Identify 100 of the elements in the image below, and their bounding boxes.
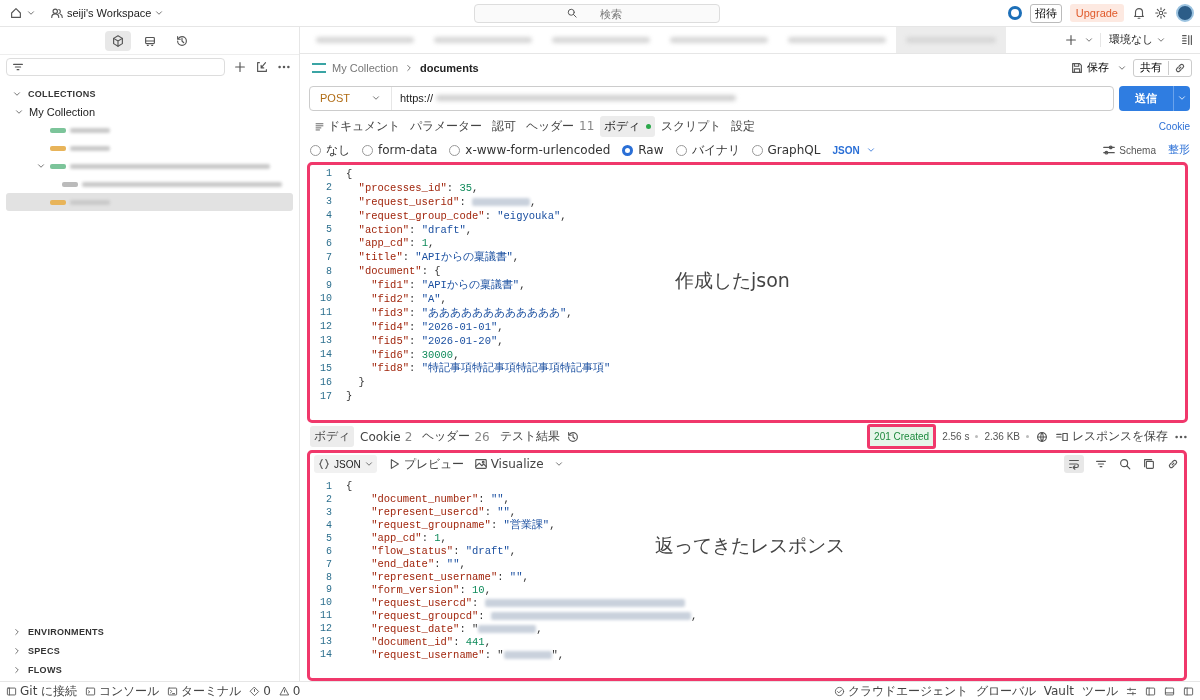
link-icon[interactable] — [1173, 61, 1187, 75]
line-number: 5 — [325, 224, 333, 235]
schema-button[interactable]: Schema — [1102, 143, 1156, 157]
workspace-button[interactable]: seiji's Workspace — [47, 4, 168, 22]
status-item[interactable]: 0 — [278, 684, 301, 698]
radio-option[interactable]: GraphQL — [751, 143, 821, 157]
caret-icon[interactable] — [553, 459, 564, 469]
sliders-icon[interactable] — [1126, 685, 1137, 697]
panel-icon[interactable] — [1164, 685, 1175, 697]
radio-option[interactable]: なし — [310, 141, 350, 159]
radio-option[interactable]: x-www-form-urlencoded — [449, 143, 611, 157]
breadcrumb-item[interactable]: My Collection — [332, 62, 399, 74]
environment-icon[interactable] — [1180, 33, 1194, 47]
code-line: "fid2": "A", — [370, 292, 447, 305]
caret-icon[interactable] — [1117, 63, 1127, 73]
line-number: 14 — [319, 349, 333, 360]
line-number: 6 — [325, 545, 333, 557]
save-button[interactable]: 保存 — [1068, 61, 1111, 75]
caret-icon — [36, 161, 46, 171]
tab[interactable]: ヘッダー 11 — [522, 115, 599, 137]
status-item[interactable]: ツール — [1082, 682, 1118, 700]
chevron-icon — [12, 626, 22, 637]
visualize-button[interactable]: Visualize — [473, 457, 544, 471]
radio-option[interactable]: バイナリ — [675, 141, 740, 159]
layout-icon[interactable] — [1145, 685, 1156, 697]
tab[interactable]: テスト結果 — [495, 426, 564, 447]
caret-icon — [1177, 93, 1187, 103]
caret-icon — [865, 145, 876, 155]
tab[interactable]: ヘッダー 26 — [418, 426, 494, 447]
status-item[interactable]: ターミナル — [167, 682, 242, 700]
code-line: "form_version": 10, — [370, 583, 491, 596]
send-options-button[interactable] — [1173, 85, 1190, 111]
avatar[interactable] — [1176, 4, 1194, 22]
tab[interactable]: スクリプト — [657, 115, 726, 137]
status-item[interactable]: グローバル — [975, 682, 1036, 700]
tab[interactable]: ボディ — [600, 115, 656, 137]
notification-icon[interactable] — [1132, 6, 1146, 20]
environment-dropdown[interactable]: 環境なし — [1100, 33, 1174, 47]
status-item[interactable]: Git に接続 — [6, 682, 78, 700]
braces-icon — [317, 457, 331, 471]
copy-icon[interactable] — [1142, 457, 1156, 471]
save-response-button[interactable]: レスポンスを保存 — [1055, 428, 1168, 445]
document-icon — [314, 120, 325, 132]
code-editor[interactable] — [307, 162, 1188, 423]
code-line: "flow_status": "draft", — [370, 545, 517, 558]
preview-button[interactable]: プレビュー — [386, 455, 464, 473]
console-icon — [85, 685, 97, 697]
home-icon — [9, 6, 23, 20]
section-header[interactable]: ENVIRONMENTS — [0, 622, 299, 641]
radio-option[interactable]: form-data — [362, 143, 438, 157]
tab[interactable]: ボディ — [310, 426, 354, 447]
tab[interactable]: パラメーター — [406, 115, 486, 137]
status-item[interactable]: 0 — [249, 684, 271, 698]
add-icon[interactable] — [233, 60, 247, 74]
line-number: 3 — [325, 506, 333, 518]
globe-icon[interactable] — [1035, 429, 1049, 444]
annotation-text: 返ってきたレスポンス — [655, 533, 845, 558]
line-number: 11 — [319, 307, 333, 319]
code-line: "represent_username": "", — [370, 571, 529, 584]
section-header[interactable]: SPECS — [0, 641, 299, 660]
import-icon[interactable] — [255, 60, 269, 74]
status-item[interactable]: クラウドエージェント — [833, 682, 968, 700]
caret-icon — [363, 459, 374, 469]
radio-option[interactable]: Raw — [622, 143, 664, 157]
tab[interactable]: Cookie 2 — [356, 427, 417, 446]
history-icon[interactable] — [565, 429, 580, 444]
search-field[interactable]: 検索 — [474, 4, 720, 23]
code-line: } — [346, 390, 353, 403]
format-dropdown[interactable]: JSON — [832, 144, 876, 156]
code-line: } — [357, 376, 365, 389]
code-line: "request_date": " , — [370, 622, 543, 635]
settings-icon[interactable] — [1154, 6, 1168, 20]
people-icon — [50, 6, 64, 20]
status-item[interactable]: コンソール — [85, 682, 160, 700]
line-number: 7 — [325, 558, 333, 570]
search-icon[interactable] — [1118, 457, 1132, 471]
section-header[interactable]: FLOWS — [0, 660, 299, 679]
collection-item[interactable]: My Collection — [0, 103, 293, 121]
layout-icon[interactable] — [1183, 685, 1194, 697]
cookie-link[interactable]: Cookie — [1158, 120, 1190, 132]
agent-icon[interactable] — [1007, 6, 1022, 20]
line-number: 13 — [319, 636, 333, 648]
tab[interactable]: ドキュメント — [310, 115, 404, 137]
chevron-icon — [12, 664, 22, 675]
caret-icon — [26, 8, 36, 18]
send-button[interactable]: 送信 — [1119, 85, 1173, 111]
link-icon[interactable] — [1166, 457, 1180, 471]
caret-icon[interactable] — [1084, 35, 1094, 45]
beautify-link[interactable]: 整形 — [1168, 143, 1190, 157]
filter-field[interactable] — [6, 58, 225, 76]
section-header[interactable]: COLLECTIONS — [0, 84, 299, 103]
status-item[interactable]: Vault — [1043, 684, 1074, 698]
tab[interactable]: 認可 — [488, 115, 520, 137]
sidebar-tab[interactable] — [104, 30, 131, 51]
view-dropdown[interactable]: JSON — [314, 455, 377, 473]
tab[interactable]: 設定 — [727, 115, 760, 137]
redacted-text — [472, 197, 531, 206]
wrap-button[interactable] — [1064, 455, 1084, 473]
add-icon[interactable] — [1064, 33, 1078, 47]
invite-button[interactable]: 招待 — [1029, 3, 1062, 23]
